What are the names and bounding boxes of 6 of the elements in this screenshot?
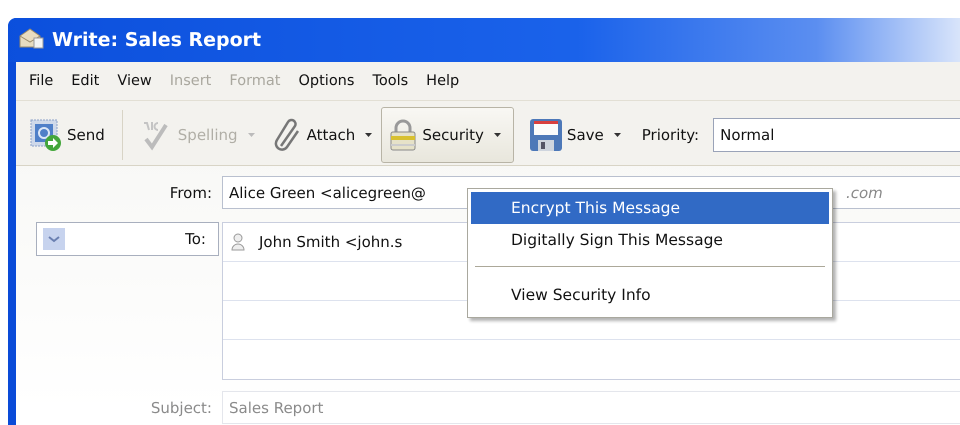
address-domain-hint: .com [846, 184, 883, 202]
from-label: From: [170, 184, 212, 202]
window-title: Write: Sales Report [52, 29, 262, 51]
priority-label: Priority: [642, 126, 700, 144]
sender-address: Alice Green <alicegreen@ [229, 184, 426, 202]
subject-label: Subject: [150, 398, 212, 416]
